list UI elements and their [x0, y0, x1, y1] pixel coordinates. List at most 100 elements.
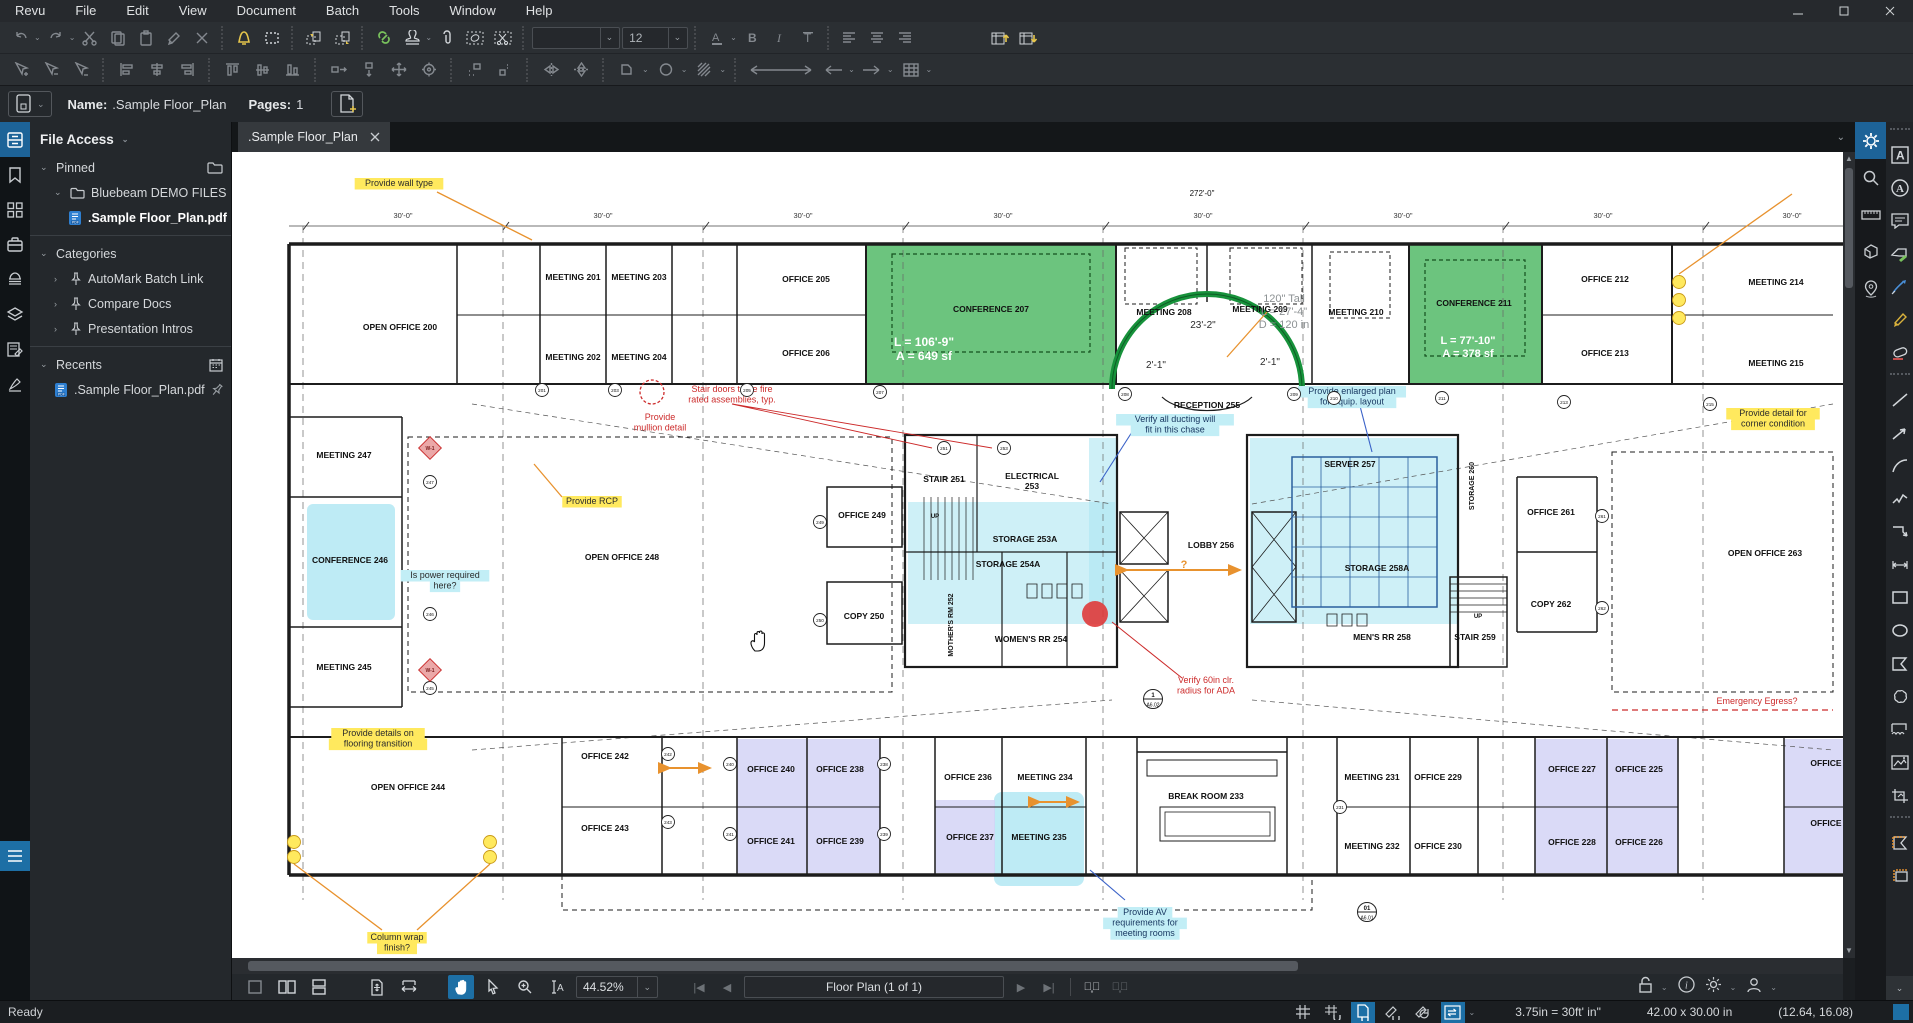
font-color-icon[interactable]: A — [704, 25, 730, 51]
length-measure-icon[interactable] — [746, 57, 816, 83]
recents-section-header[interactable]: ⌄ Recents — [30, 352, 231, 377]
format-painter-icon[interactable] — [161, 25, 187, 51]
close-button[interactable] — [1867, 0, 1913, 22]
toolbar-handle[interactable] — [1889, 128, 1910, 134]
delete-icon[interactable] — [189, 25, 215, 51]
align-objects-center-icon[interactable] — [144, 57, 170, 83]
markups-list-export-icon[interactable] — [987, 25, 1013, 51]
pinned-section-header[interactable]: ⌄ Pinned — [30, 155, 231, 180]
snap-to-content-icon[interactable] — [1350, 1001, 1375, 1023]
next-view-icon[interactable]: ▶̥⃝ — [1109, 981, 1131, 993]
lasso-icon[interactable] — [462, 25, 488, 51]
menu-window[interactable]: Window — [435, 0, 511, 22]
grid-toggle-icon[interactable] — [1291, 1002, 1315, 1023]
markups-list-toggle-button[interactable] — [0, 841, 30, 871]
undo-icon[interactable] — [8, 25, 34, 51]
ellipse-tool-icon[interactable] — [1886, 614, 1913, 647]
category-compare[interactable]: › Compare Docs — [30, 291, 231, 316]
pinned-file-row[interactable]: PDF .Sample Floor_Plan.pdf — [30, 205, 231, 230]
menu-edit[interactable]: Edit — [111, 0, 163, 22]
categories-section-header[interactable]: ⌄ Categories — [30, 241, 231, 266]
pin-toggle-icon[interactable] — [211, 383, 223, 397]
zoom-level-select[interactable]: 44.52% ⌄ — [576, 976, 658, 998]
tab-list-chevron-icon[interactable]: ⌄ — [1837, 132, 1845, 143]
highlighter-tool-icon[interactable] — [1886, 303, 1913, 336]
line-tool-icon[interactable] — [1886, 383, 1913, 416]
page-label-select[interactable]: Floor Plan (1 of 1) — [744, 976, 1004, 998]
resize-grip[interactable] — [1893, 1004, 1909, 1020]
select-add-icon[interactable] — [8, 57, 34, 83]
leader-tool-icon[interactable] — [1886, 515, 1913, 548]
arrow-tool-icon[interactable] — [1886, 416, 1913, 449]
attachment-icon[interactable] — [434, 25, 460, 51]
tab-close-icon[interactable] — [370, 132, 380, 142]
redo-chevron-icon[interactable]: ⌄ — [69, 33, 76, 42]
hyperlink-icon[interactable] — [371, 25, 397, 51]
distribute-horizontal-icon[interactable] — [326, 57, 352, 83]
lock-icon[interactable] — [1638, 976, 1653, 998]
cloud-plus-tool-icon[interactable] — [1886, 713, 1913, 746]
pan-tool-icon[interactable] — [448, 975, 474, 999]
arrow-right-icon[interactable] — [859, 57, 885, 83]
font-size-select[interactable]: 12 ⌄ — [622, 26, 689, 49]
typewriter-tool-icon[interactable]: A — [1886, 171, 1913, 204]
group-icon[interactable] — [614, 57, 640, 83]
eraser-tool-icon[interactable] — [1886, 336, 1913, 369]
ungroup-icon[interactable] — [653, 57, 679, 83]
horizontal-scroll-thumb[interactable] — [248, 961, 1298, 971]
menu-tools[interactable]: Tools — [374, 0, 434, 22]
align-objects-middle-icon[interactable] — [250, 57, 276, 83]
align-right-icon[interactable] — [893, 25, 919, 51]
last-page-icon[interactable]: ▶| — [1038, 981, 1060, 994]
menu-document[interactable]: Document — [222, 0, 311, 22]
markups-summary-tab-icon[interactable] — [0, 332, 30, 367]
info-icon[interactable]: i — [1677, 976, 1695, 998]
previous-page-icon[interactable]: ◀ — [716, 981, 738, 994]
file-access-tab-icon[interactable] — [0, 122, 30, 157]
align-objects-left-icon[interactable] — [114, 57, 140, 83]
table-tool-icon[interactable] — [898, 57, 924, 83]
sets-tab-icon[interactable] — [0, 262, 30, 297]
vertical-scroll-thumb[interactable] — [1845, 168, 1853, 288]
brightness-icon[interactable] — [1705, 976, 1722, 998]
document-tab[interactable]: .Sample Floor_Plan — [238, 122, 390, 152]
select-subtract-icon[interactable] — [38, 57, 64, 83]
split-horizontal-icon[interactable] — [306, 975, 332, 999]
calendar-icon[interactable] — [209, 358, 223, 372]
toolbar-handle[interactable] — [1889, 373, 1910, 379]
snap-to-markup-icon[interactable] — [1381, 1002, 1405, 1023]
document-menu-button[interactable]: ⌄ — [8, 91, 52, 117]
thumbnails-tab-icon[interactable] — [0, 192, 30, 227]
distribute-vertical-icon[interactable] — [356, 57, 382, 83]
align-center-icon[interactable] — [865, 25, 891, 51]
italic-icon[interactable]: I — [767, 25, 793, 51]
document-canvas[interactable]: 272'-0" 30'-0" 30'-0" 30'-0" 30'-0" 30'-0" 30'… — [232, 152, 1843, 958]
split-vertical-icon[interactable] — [274, 975, 300, 999]
menu-batch[interactable]: Batch — [311, 0, 374, 22]
paste-in-place-icon[interactable] — [329, 25, 355, 51]
paste-icon[interactable] — [133, 25, 159, 51]
tools-expand-chevron-icon[interactable]: ⌄ — [1886, 976, 1913, 1000]
bookmarks-tab-icon[interactable] — [0, 157, 30, 192]
properties-gear-icon[interactable] — [1855, 122, 1886, 159]
profile-icon[interactable] — [1746, 977, 1762, 998]
category-presentation[interactable]: › Presentation Intros — [30, 316, 231, 341]
markups-list-import-icon[interactable] — [1015, 25, 1041, 51]
arc-tool-icon[interactable] — [1886, 449, 1913, 482]
select-tool-icon[interactable] — [480, 975, 506, 999]
sync-chevron-icon[interactable]: ⌄ — [1469, 1008, 1476, 1017]
menu-file[interactable]: File — [60, 0, 111, 22]
undo-chevron-icon[interactable]: ⌄ — [34, 33, 41, 42]
previous-view-icon[interactable]: ◀̥⃝ — [1081, 981, 1103, 993]
folder-row[interactable]: ⌄ Bluebeam DEMO FILES — [30, 180, 231, 205]
copy-icon[interactable] — [105, 25, 131, 51]
places-pin-icon[interactable] — [1855, 270, 1886, 307]
polyline-tool-icon[interactable] — [1886, 482, 1913, 515]
align-objects-right-icon[interactable] — [174, 57, 200, 83]
signatures-tab-icon[interactable] — [0, 367, 30, 402]
perimeter-measure-tool-icon[interactable] — [1886, 859, 1913, 892]
flip-horizontal-icon[interactable] — [538, 57, 564, 83]
measurements-ruler-icon[interactable] — [1855, 196, 1886, 233]
recent-file-row[interactable]: PDF .Sample Floor_Plan.pdf — [30, 377, 231, 402]
text-tool-icon[interactable]: A — [1886, 138, 1913, 171]
